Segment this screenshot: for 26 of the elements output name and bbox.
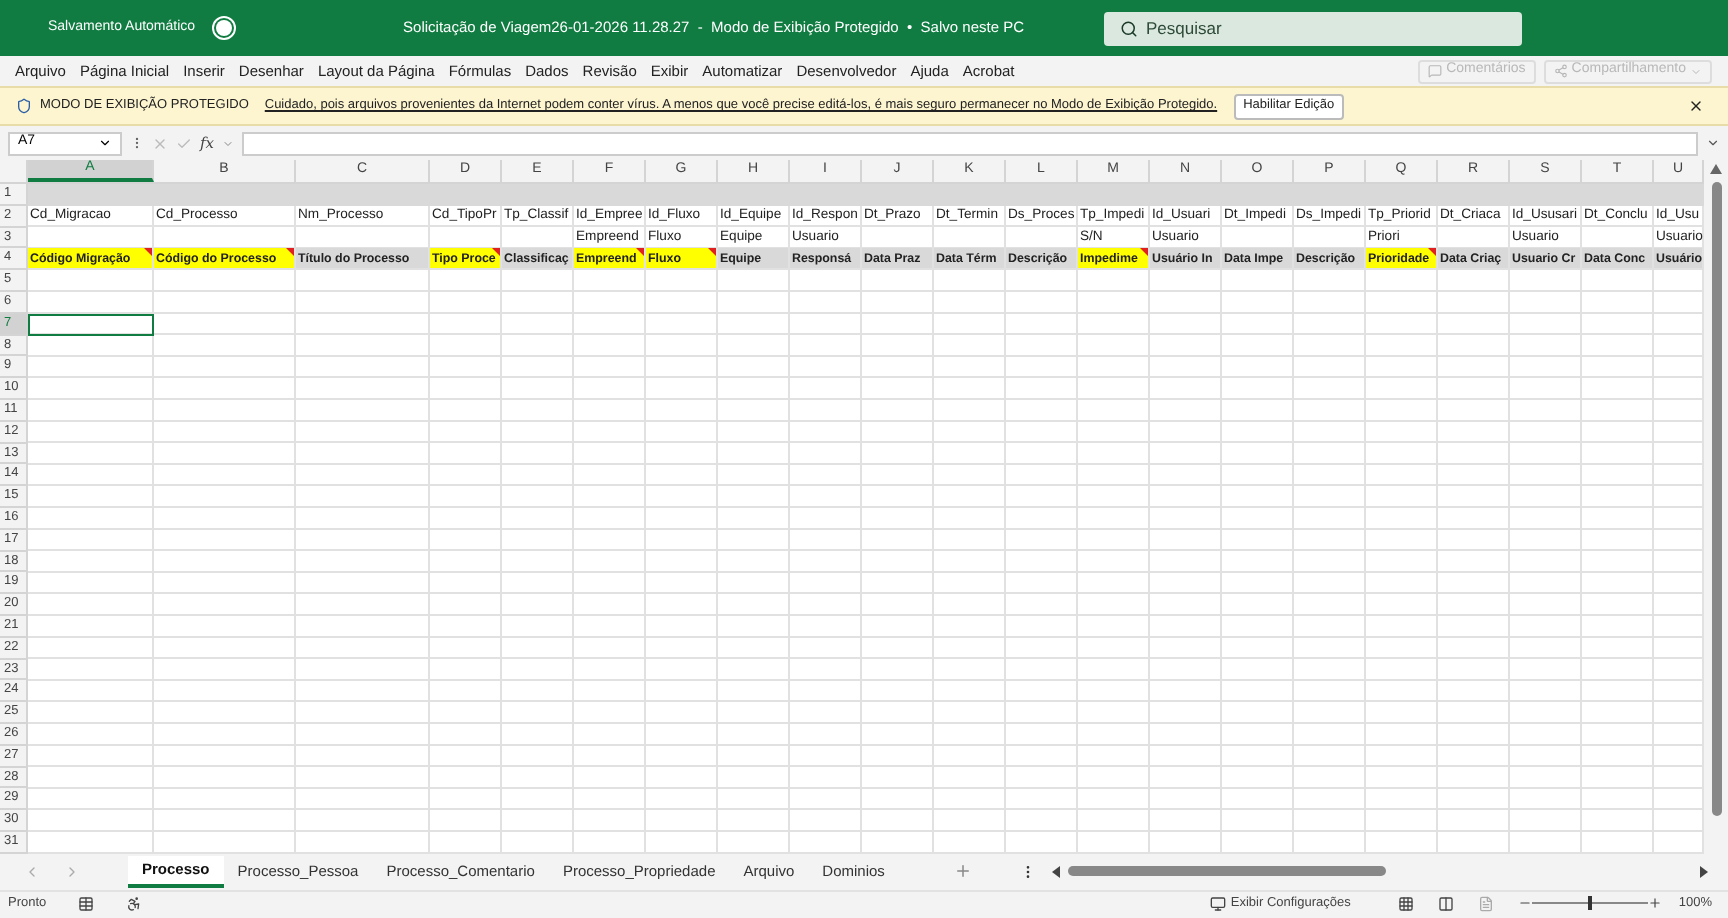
more-icon[interactable] (130, 136, 144, 150)
shield-icon (16, 98, 32, 114)
zoom-slider-thumb[interactable] (1588, 896, 1593, 911)
search-field[interactable]: Pesquisar (1104, 11, 1523, 45)
scroll-right-icon[interactable] (1700, 865, 1708, 878)
search-icon (1120, 19, 1139, 37)
autosave-toggle[interactable] (211, 16, 236, 40)
scroll-left-icon[interactable] (1052, 865, 1061, 878)
zoom-slider[interactable] (1532, 895, 1649, 912)
share-icon (1553, 64, 1568, 78)
accessibility-icon[interactable] (126, 895, 143, 912)
zoom-in-icon[interactable] (1648, 896, 1663, 911)
normal-view-icon[interactable] (1398, 895, 1415, 912)
close-icon[interactable] (1688, 98, 1704, 114)
selected-cell (28, 313, 154, 336)
formula-input[interactable] (242, 131, 1698, 155)
caret-icon (1690, 65, 1702, 77)
scroll-up-icon[interactable] (1710, 164, 1722, 174)
expand-icon[interactable] (1706, 136, 1720, 150)
comment-icon (1428, 64, 1443, 78)
page-layout-icon[interactable] (1438, 895, 1455, 912)
scroll-thumb[interactable] (1711, 182, 1721, 816)
sheet-stats-icon[interactable] (78, 895, 95, 912)
search-input[interactable]: Pesquisar (1146, 15, 1507, 41)
horizontal-scrollbar[interactable] (1052, 863, 1708, 880)
monitor-icon (1210, 895, 1227, 912)
